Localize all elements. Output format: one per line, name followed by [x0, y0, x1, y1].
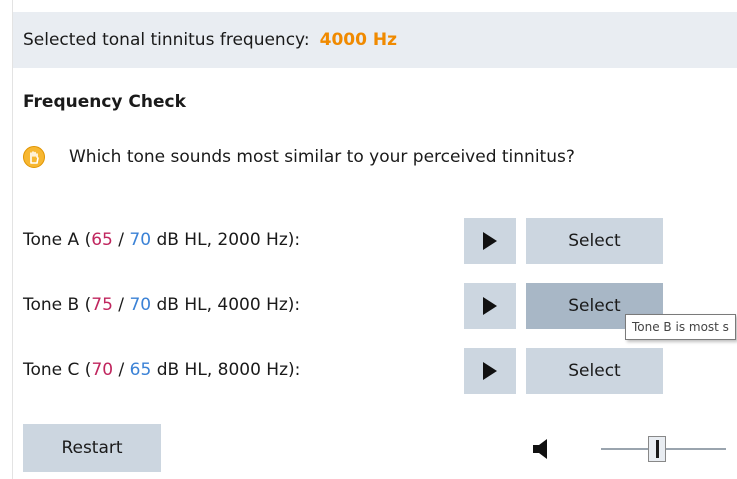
selected-frequency-bar: Selected tonal tinnitus frequency: 4000 …: [13, 12, 737, 68]
left-ear-level: 70: [91, 360, 114, 380]
app-frame: Selected tonal tinnitus frequency: 4000 …: [12, 0, 737, 479]
tone-frequency: 4000 Hz: [217, 295, 288, 315]
play-tone-c-button[interactable]: [464, 348, 516, 394]
volume-slider-thumb[interactable]: [648, 436, 667, 462]
tone-row-b: Tone B (75 / 70 dB HL, 4000 Hz): Select: [23, 283, 723, 329]
select-tone-c-button[interactable]: Select: [526, 348, 663, 394]
selected-frequency-label: Selected tonal tinnitus frequency:: [23, 30, 310, 50]
section-title: Frequency Check: [23, 92, 186, 112]
tone-frequency: 8000 Hz: [217, 360, 288, 380]
tone-name: Tone B: [23, 295, 80, 315]
hand-stop-icon: [23, 146, 45, 168]
level-unit: dB HL: [156, 230, 207, 250]
select-tone-a-button[interactable]: Select: [526, 218, 663, 264]
right-ear-level: 65: [129, 360, 152, 380]
selected-frequency-value: 4000 Hz: [319, 30, 397, 50]
tooltip: Tone B is most s: [625, 314, 736, 340]
slider-grip: [655, 440, 659, 458]
tone-label-c: Tone C (70 / 65 dB HL, 8000 Hz):: [23, 360, 301, 380]
question-text: Which tone sounds most similar to your p…: [69, 147, 575, 167]
play-tone-b-button[interactable]: [464, 283, 516, 329]
right-ear-level: 70: [129, 230, 152, 250]
play-icon: [483, 232, 497, 250]
tone-name: Tone A: [23, 230, 80, 250]
right-ear-level: 70: [129, 295, 152, 315]
tone-row-a: Tone A (65 / 70 dB HL, 2000 Hz): Select: [23, 218, 723, 264]
left-ear-level: 75: [91, 295, 113, 315]
tone-name: Tone C: [23, 360, 80, 380]
play-icon: [483, 362, 497, 380]
play-icon: [483, 297, 497, 315]
tone-frequency: 2000 Hz: [217, 230, 288, 250]
question: Which tone sounds most similar to your p…: [23, 146, 575, 168]
tone-label-b: Tone B (75 / 70 dB HL, 4000 Hz):: [23, 295, 301, 315]
left-ear-level: 65: [91, 230, 113, 250]
level-unit: dB HL: [156, 295, 207, 315]
tone-label-a: Tone A (65 / 70 dB HL, 2000 Hz):: [23, 230, 301, 250]
tone-row-c: Tone C (70 / 65 dB HL, 8000 Hz): Select: [23, 348, 723, 394]
play-tone-a-button[interactable]: [464, 218, 516, 264]
speaker-icon[interactable]: [531, 437, 557, 461]
level-unit: dB HL: [156, 360, 207, 380]
restart-button[interactable]: Restart: [23, 424, 161, 472]
